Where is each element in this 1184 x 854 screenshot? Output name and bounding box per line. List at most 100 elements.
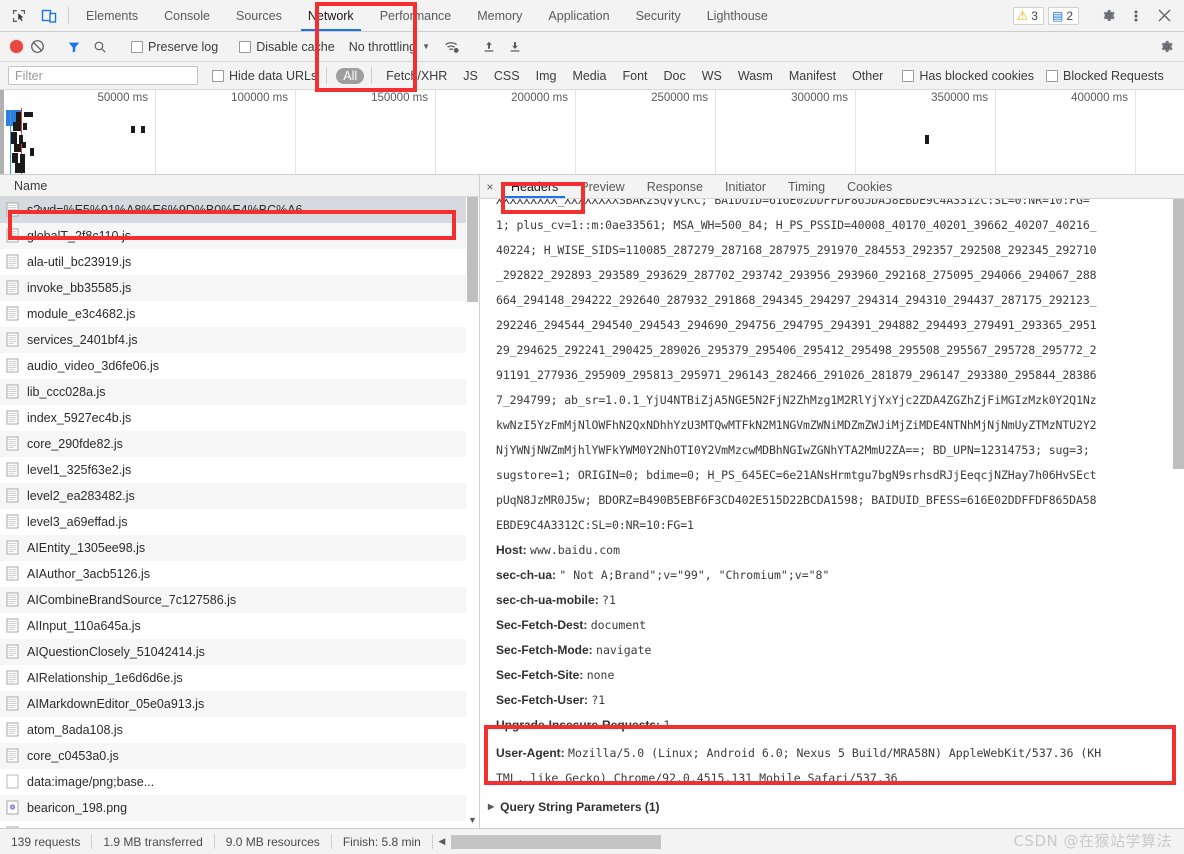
table-row[interactable]: AICombineBrandSource_7c127586.js — [0, 587, 479, 613]
inspect-element-icon[interactable] — [8, 5, 30, 27]
import-har-icon[interactable] — [477, 35, 501, 59]
headers-body[interactable]: XXXXXXXXX_XXXXXXXXSBAK2SQVyCKC; BAIDUID=… — [480, 199, 1184, 828]
table-row[interactable]: lib_ccc028a.js — [0, 379, 479, 405]
gear-icon[interactable] — [1096, 4, 1120, 28]
device-toolbar-icon[interactable] — [38, 5, 60, 27]
table-row[interactable]: audio_video_3d6fe06.js — [0, 353, 479, 379]
clear-icon[interactable] — [25, 35, 49, 59]
document-icon — [6, 202, 20, 217]
tab-elements[interactable]: Elements — [73, 0, 151, 31]
tab-headers[interactable]: Headers — [500, 175, 569, 198]
blocked-requests-checkbox[interactable]: Blocked Requests — [1046, 69, 1164, 83]
table-row[interactable]: invoke_bb35585.js — [0, 275, 479, 301]
filter-type-media[interactable]: Media — [565, 68, 613, 84]
request-detail-pane: × Headers Preview Response Initiator Tim… — [480, 175, 1184, 828]
table-row[interactable]: core_290fde82.js — [0, 431, 479, 457]
tab-network[interactable]: Network — [295, 0, 367, 31]
tab-preview[interactable]: Preview — [569, 175, 635, 198]
export-har-icon[interactable] — [503, 35, 527, 59]
query-string-parameters-section[interactable]: ▶ Query String Parameters (1) — [488, 795, 1170, 819]
search-icon[interactable] — [88, 35, 112, 59]
table-row[interactable]: ala-util_bc23919.js — [0, 249, 479, 275]
request-list[interactable]: s?wd=%E5%91%A8%E6%9D%B0%E4%BC%A6 globalT… — [0, 197, 479, 828]
table-row[interactable]: AIRelationship_1e6d6d6e.js — [0, 665, 479, 691]
table-row[interactable]: globalT_2f8c110.js — [0, 223, 479, 249]
filter-type-ws[interactable]: WS — [695, 68, 729, 84]
horizontal-scroll-thumb[interactable] — [450, 834, 661, 849]
record-button[interactable] — [10, 40, 23, 53]
has-blocked-cookies-checkbox[interactable]: Has blocked cookies — [902, 69, 1034, 83]
tab-performance[interactable]: Performance — [367, 0, 465, 31]
table-row[interactable]: data:image/png;base... — [0, 769, 479, 795]
table-row[interactable]: AIEntity_1305ee98.js — [0, 535, 479, 561]
request-list-scrollbar[interactable]: ▼ — [466, 197, 479, 828]
filter-type-img[interactable]: Img — [529, 68, 564, 84]
table-row[interactable]: bearicon_198.png — [0, 795, 479, 821]
tab-lighthouse[interactable]: Lighthouse — [694, 0, 781, 31]
header-value-line1: Mozilla/5.0 (Linux; Android 6.0; Nexus 5… — [568, 746, 1102, 760]
tab-sources[interactable]: Sources — [223, 0, 295, 31]
table-row[interactable]: level1_325f63e2.js — [0, 457, 479, 483]
request-list-scroll-thumb[interactable] — [467, 197, 478, 302]
table-row[interactable]: AIQuestionClosely_51042414.js — [0, 639, 479, 665]
request-list-header[interactable]: Name — [0, 175, 479, 197]
warning-count-badge[interactable]: ⚠ 3 — [1012, 6, 1044, 25]
table-row[interactable]: module_e3c4682.js — [0, 301, 479, 327]
table-row[interactable]: AIMarkdownEditor_05e0a913.js — [0, 691, 479, 717]
disable-cache-checkbox[interactable]: Disable cache — [239, 40, 335, 54]
table-row[interactable]: core_c0453a0.js — [0, 743, 479, 769]
tab-console[interactable]: Console — [151, 0, 223, 31]
scroll-left-arrow-icon[interactable]: ◀ — [433, 836, 451, 847]
network-overview[interactable]: 50000 ms 100000 ms 150000 ms 200000 ms 2… — [0, 90, 1184, 175]
throttling-select[interactable]: No throttling ▼ — [349, 40, 430, 54]
headers-scroll-thumb[interactable] — [1173, 199, 1184, 469]
filter-type-js[interactable]: JS — [456, 68, 485, 84]
tab-preview-label: Preview — [580, 179, 625, 194]
request-name: AIMarkdownEditor_05e0a913.js — [27, 696, 205, 711]
filter-type-all[interactable]: All — [336, 67, 365, 84]
table-row[interactable]: AIInput_110a645a.js — [0, 613, 479, 639]
tab-initiator[interactable]: Initiator — [714, 175, 777, 198]
tab-security[interactable]: Security — [623, 0, 694, 31]
tab-cookies[interactable]: Cookies — [836, 175, 903, 198]
table-row[interactable]: level3_a69effad.js — [0, 509, 479, 535]
script-icon — [6, 592, 20, 607]
hide-data-urls-checkbox[interactable]: Hide data URLs — [212, 69, 317, 83]
filter-type-other[interactable]: Other — [845, 68, 890, 84]
filter-type-css[interactable]: CSS — [487, 68, 527, 84]
filter-type-font[interactable]: Font — [615, 68, 654, 84]
close-icon[interactable] — [1152, 4, 1176, 28]
more-options-icon[interactable] — [1124, 4, 1148, 28]
horizontal-scrollbar[interactable]: ◀ — [433, 829, 661, 854]
filter-type-manifest[interactable]: Manifest — [782, 68, 843, 84]
scroll-down-arrow-icon[interactable]: ▼ — [467, 814, 478, 826]
table-row[interactable]: services_2401bf4.js — [0, 327, 479, 353]
filter-type-wasm[interactable]: Wasm — [731, 68, 780, 84]
table-row[interactable]: index_5927ec4b.js — [0, 405, 479, 431]
preserve-log-checkbox[interactable]: Preserve log — [131, 40, 218, 54]
filter-icon[interactable] — [62, 35, 86, 59]
table-row[interactable]: AIAuthor_3acb5126.js — [0, 561, 479, 587]
close-detail-icon[interactable]: × — [480, 175, 500, 198]
cookie-line: EBDE9C4A3312C:SL=0:NR=10:FG=1 — [496, 518, 694, 532]
headers-scrollbar[interactable] — [1173, 199, 1184, 828]
request-name: level1_325f63e2.js — [27, 462, 132, 477]
filter-type-doc[interactable]: Doc — [657, 68, 693, 84]
filter-input[interactable]: Filter — [8, 66, 198, 85]
tab-application[interactable]: Application — [535, 0, 622, 31]
tab-memory[interactable]: Memory — [464, 0, 535, 31]
network-toolbar-right — [1154, 35, 1178, 59]
table-row[interactable]: s?wd=%E5%91%A8%E6%9D%B0%E4%BC%A6 — [0, 197, 479, 223]
table-row[interactable]: level2_ea283482.js — [0, 483, 479, 509]
request-name: core_290fde82.js — [27, 436, 123, 451]
filter-type-fetch-xhr[interactable]: Fetch/XHR — [379, 68, 454, 84]
message-count-badge[interactable]: ▤ 2 — [1047, 6, 1079, 25]
cookie-line: sugstore=1; ORIGIN=0; bdime=0; H_PS_645E… — [496, 468, 1097, 482]
table-row[interactable]: mcp-search_8d5f240.js — [0, 821, 479, 828]
tab-response[interactable]: Response — [636, 175, 714, 198]
network-conditions-icon[interactable] — [440, 35, 464, 59]
overview-left-handle[interactable] — [0, 90, 4, 174]
table-row[interactable]: atom_8ada108.js — [0, 717, 479, 743]
network-settings-gear-icon[interactable] — [1154, 35, 1178, 59]
tab-timing[interactable]: Timing — [777, 175, 836, 198]
